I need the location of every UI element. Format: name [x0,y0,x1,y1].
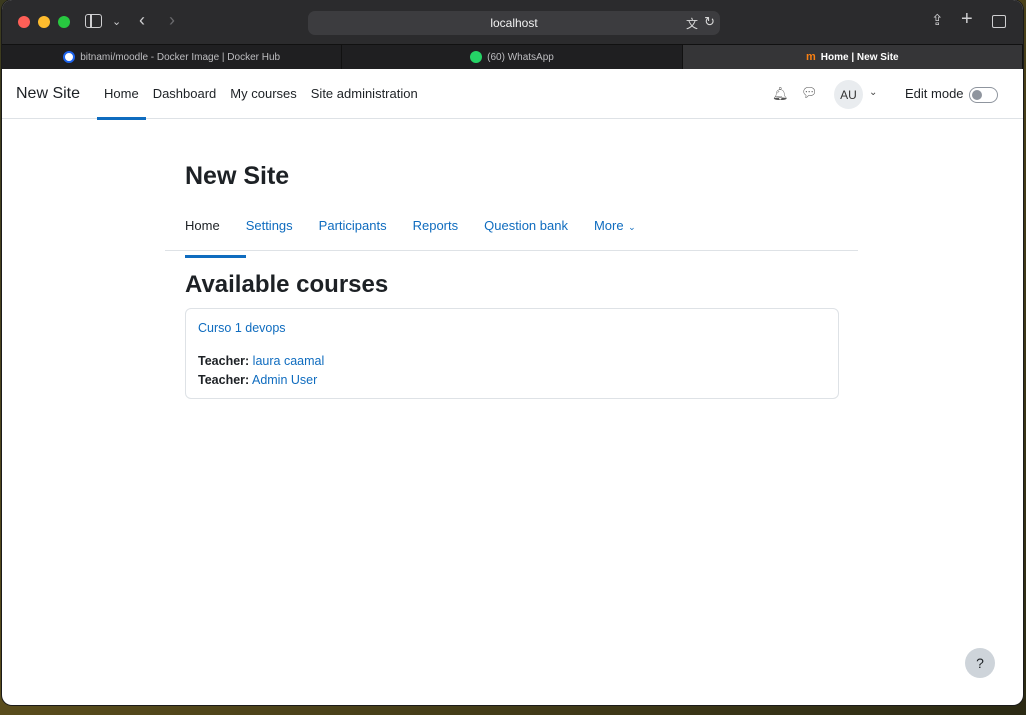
minimize-window-button[interactable] [38,16,50,28]
teacher-link[interactable]: Admin User [252,373,317,387]
nav-site-administration[interactable]: Site administration [304,69,425,119]
course-card: Curso 1 devops Teacher: laura caamal Tea… [185,308,839,399]
tab-label: Home | New Site [820,51,899,63]
tab-overview-icon[interactable] [992,15,1006,28]
window-controls [18,16,70,28]
tab-participants[interactable]: Participants [306,208,400,250]
tab-label: (60) WhatsApp [487,51,554,63]
moodle-navbar: New Site Home Dashboard My courses Site … [2,69,1023,120]
secondary-navigation: Home Settings Participants Reports Quest… [165,208,858,258]
site-brand[interactable]: New Site [16,85,80,103]
reload-icon[interactable]: ↻ [704,14,715,30]
tab-settings[interactable]: Settings [233,208,306,250]
sidebar-toggle-icon[interactable] [85,14,102,28]
url-text: localhost [490,16,538,30]
browser-tab-moodle[interactable]: m Home | New Site [682,45,1023,69]
browser-tab-bar: bitnami/moodle - Docker Image | Docker H… [2,44,1023,69]
user-avatar[interactable]: AU [834,80,863,109]
tab-question-bank[interactable]: Question bank [471,208,581,250]
moodle-favicon-icon: m [806,51,816,63]
share-icon[interactable]: ⇪ [931,13,944,29]
chevron-down-icon[interactable]: ⌄ [112,14,121,30]
tab-more[interactable]: More ⌄ [581,208,649,250]
browser-window: ⌄ ‹ › localhost 文 ↻ ⇪ + bitnami/moodle -… [2,0,1023,705]
edit-mode-label: Edit mode [905,86,964,101]
notifications-bell-icon[interactable]: 🔔︎ [772,86,789,102]
teacher-role: Teacher: [198,373,250,387]
section-title: Available courses [185,271,389,298]
zoom-window-button[interactable] [58,16,70,28]
chevron-down-icon: ⌄ [625,222,636,232]
docker-favicon-icon [63,51,76,63]
browser-toolbar: ⌄ ‹ › localhost 文 ↻ ⇪ + [2,0,1023,44]
edit-mode-toggle[interactable] [969,87,998,103]
primary-navigation: Home Dashboard My courses Site administr… [97,69,425,120]
back-arrow-icon[interactable]: ‹ [139,11,145,29]
chevron-down-icon[interactable]: ⌄ [869,87,877,98]
help-button[interactable]: ? [965,648,995,678]
tab-home[interactable]: Home [165,208,246,258]
nav-home[interactable]: Home [97,69,146,120]
browser-tab-docker[interactable]: bitnami/moodle - Docker Image | Docker H… [2,45,343,69]
tab-more-label: More [593,218,624,233]
forward-arrow-icon[interactable]: › [169,11,175,29]
course-teacher: Teacher: laura caamal [198,354,324,368]
translate-icon[interactable]: 文 [686,15,698,32]
nav-my-courses[interactable]: My courses [223,69,303,119]
page-title: New Site [185,162,290,190]
address-bar[interactable]: localhost 文 ↻ [308,11,720,35]
messages-chat-icon[interactable]: 💬︎ [801,85,818,101]
course-teacher: Teacher: Admin User [198,373,317,387]
course-link[interactable]: Curso 1 devops [198,321,286,335]
tab-label: bitnami/moodle - Docker Image | Docker H… [80,51,281,63]
close-window-button[interactable] [18,16,30,28]
teacher-role: Teacher: [198,354,250,368]
tab-reports[interactable]: Reports [400,208,472,250]
teacher-link[interactable]: laura caamal [253,354,325,368]
nav-dashboard[interactable]: Dashboard [146,69,224,119]
whatsapp-favicon-icon [470,51,483,63]
new-tab-icon[interactable]: + [961,9,973,29]
browser-tab-whatsapp[interactable]: (60) WhatsApp [342,45,683,69]
